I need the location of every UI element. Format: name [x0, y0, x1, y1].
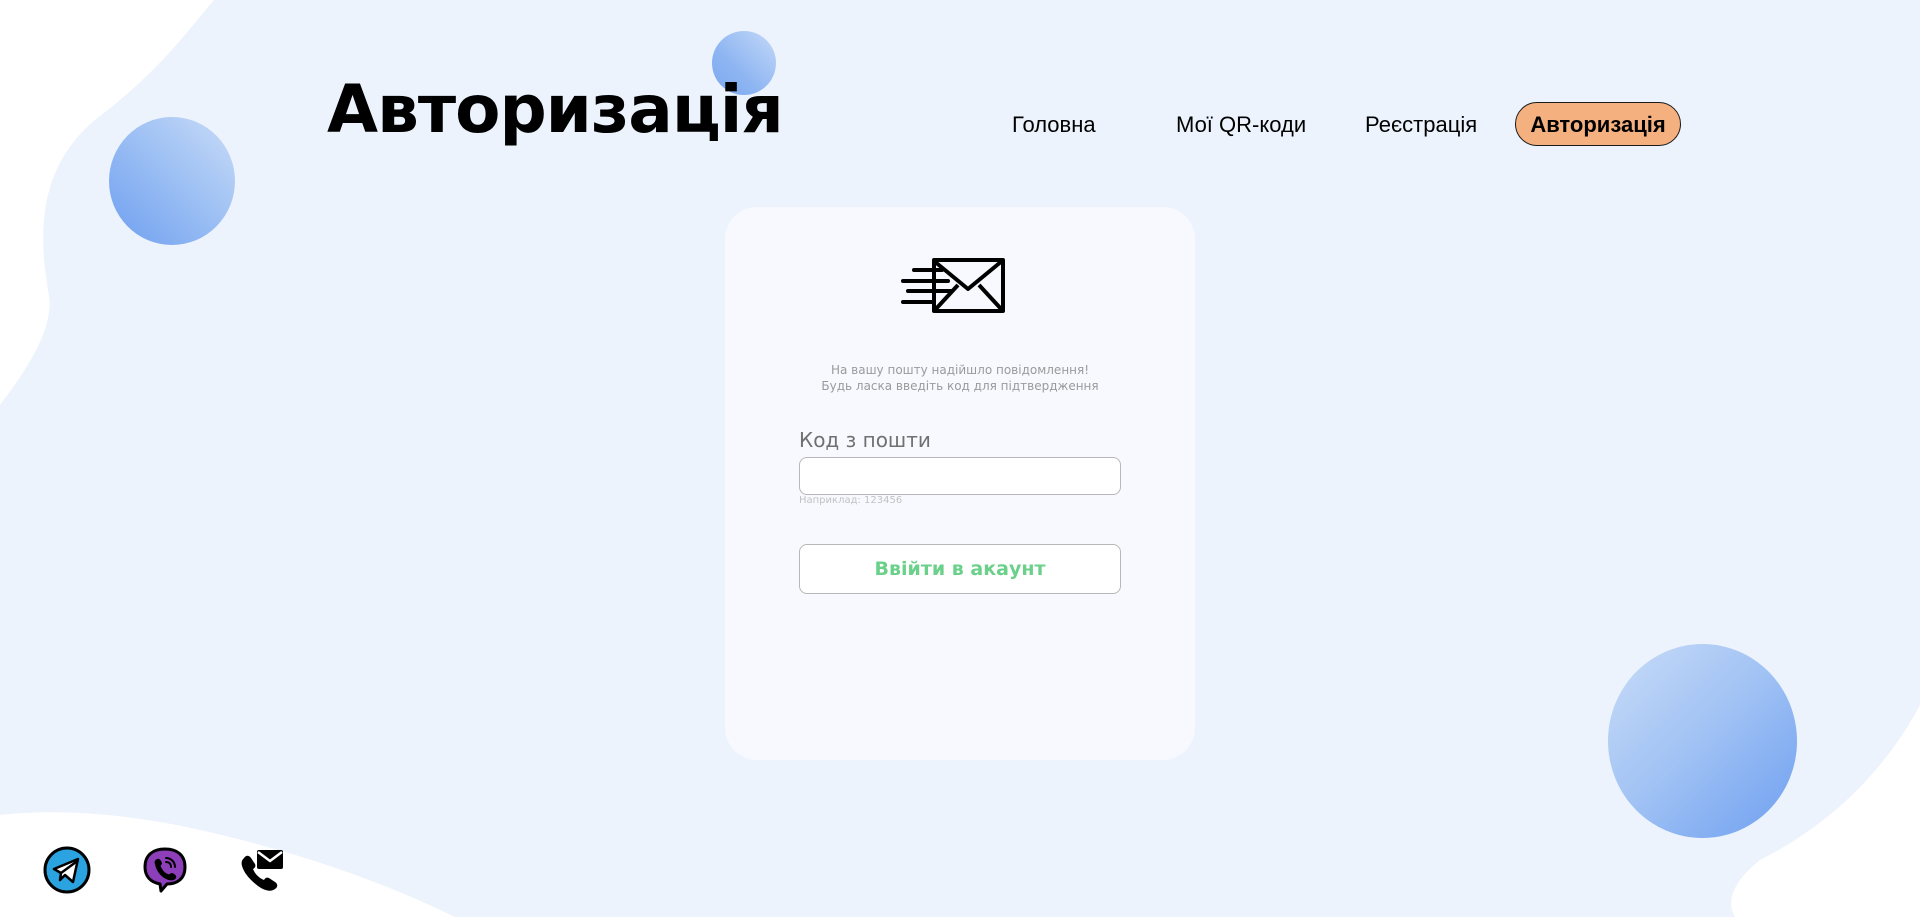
code-input[interactable]	[799, 457, 1121, 495]
verification-card: На вашу пошту надійшло повідомлення! Буд…	[725, 207, 1195, 760]
message-line-2: Будь ласка введіть код для підтвердження	[821, 379, 1099, 393]
message-line-1: На вашу пошту надійшло повідомлення!	[830, 363, 1090, 377]
page: Авторизація Головна Мої QR-коди Реєстрац…	[0, 0, 1920, 917]
nav-link-registration[interactable]: Реєстрація	[1365, 112, 1477, 138]
viber-icon[interactable]	[141, 846, 189, 894]
nav-link-home[interactable]: Головна	[1012, 112, 1096, 138]
nav-link-authorization[interactable]: Авторизація	[1515, 102, 1681, 146]
main-nav: Головна Мої QR-коди Реєстрація Авторизац…	[980, 100, 1700, 148]
decor-circle-top-left	[109, 117, 235, 245]
envelope-fast-icon	[901, 258, 1005, 313]
verification-message: На вашу пошту надійшло повідомлення! Буд…	[725, 362, 1195, 394]
nav-link-my-qr-codes[interactable]: Мої QR-коди	[1176, 112, 1306, 138]
code-hint: Наприклад: 123456	[799, 495, 903, 506]
phone-mail-icon[interactable]	[238, 846, 286, 894]
login-button[interactable]: Ввійти в акаунт	[799, 544, 1121, 594]
decor-circle-bottom-right	[1608, 644, 1797, 838]
telegram-icon[interactable]	[43, 846, 91, 894]
code-field-label: Код з пошти	[799, 428, 931, 452]
page-title: Авторизація	[327, 71, 784, 148]
